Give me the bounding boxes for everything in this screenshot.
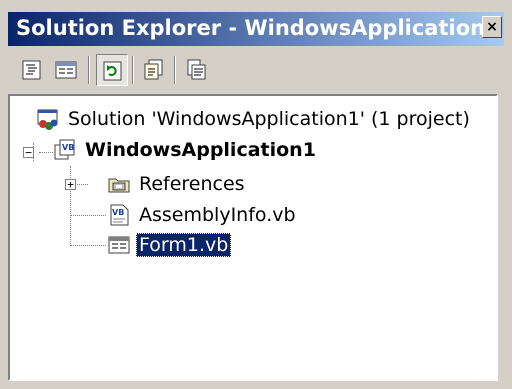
- title-bar[interactable]: Solution Explorer - WindowsApplication1 …: [8, 12, 504, 46]
- solution-explorer-window: Solution Explorer - WindowsApplication1 …: [0, 0, 512, 389]
- close-button[interactable]: ×: [482, 16, 502, 38]
- show-all-files-icon: [144, 59, 163, 80]
- toolbar-separator: [132, 56, 134, 84]
- tree-node-references[interactable]: References: [108, 169, 248, 199]
- tree-node-solution[interactable]: Solution 'WindowsApplication1' (1 projec…: [37, 104, 473, 134]
- view-designer-button[interactable]: [50, 54, 82, 86]
- solution-label: Solution 'WindowsApplication1' (1 projec…: [68, 108, 470, 130]
- references-folder-icon: [108, 178, 130, 193]
- view-code-icon: [22, 60, 41, 80]
- tree-node-project[interactable]: VB WindowsApplication1: [54, 135, 319, 165]
- form-file-icon: [108, 236, 130, 254]
- view-designer-icon: [55, 61, 77, 79]
- svg-text:VB: VB: [62, 143, 74, 152]
- tree-item-label: AssemblyInfo.vb: [139, 204, 296, 226]
- tree-line: [70, 245, 106, 246]
- expand-toggle[interactable]: +: [65, 179, 76, 190]
- window-title: Solution Explorer - WindowsApplication1: [16, 16, 500, 40]
- collapse-toggle[interactable]: −: [23, 147, 34, 158]
- toolbar: [8, 48, 504, 92]
- project-label: WindowsApplication1: [85, 139, 316, 161]
- vb-file-icon: VB: [110, 204, 129, 226]
- solution-tree[interactable]: Solution 'WindowsApplication1' (1 projec…: [8, 94, 498, 381]
- tree-item-label: References: [139, 173, 245, 195]
- tree-node-assemblyinfo[interactable]: VB AssemblyInfo.vb: [108, 200, 299, 230]
- show-all-files-button[interactable]: [138, 54, 170, 86]
- refresh-icon: [103, 61, 122, 81]
- properties-button[interactable]: [180, 54, 212, 86]
- properties-icon: [187, 59, 206, 80]
- vb-project-icon: VB: [54, 139, 75, 160]
- tree-line: [70, 215, 106, 216]
- svg-text:VB: VB: [112, 208, 124, 217]
- tree-item-label-selected: Form1.vb: [136, 233, 232, 257]
- toolbar-separator: [88, 56, 90, 84]
- tree-line: [39, 152, 53, 153]
- toolbar-separator: [174, 56, 176, 84]
- view-code-button[interactable]: [16, 54, 48, 86]
- tree-node-form1[interactable]: Form1.vb: [108, 230, 232, 260]
- close-icon: ×: [486, 19, 498, 35]
- solution-icon: [37, 109, 58, 130]
- refresh-button[interactable]: [96, 54, 128, 86]
